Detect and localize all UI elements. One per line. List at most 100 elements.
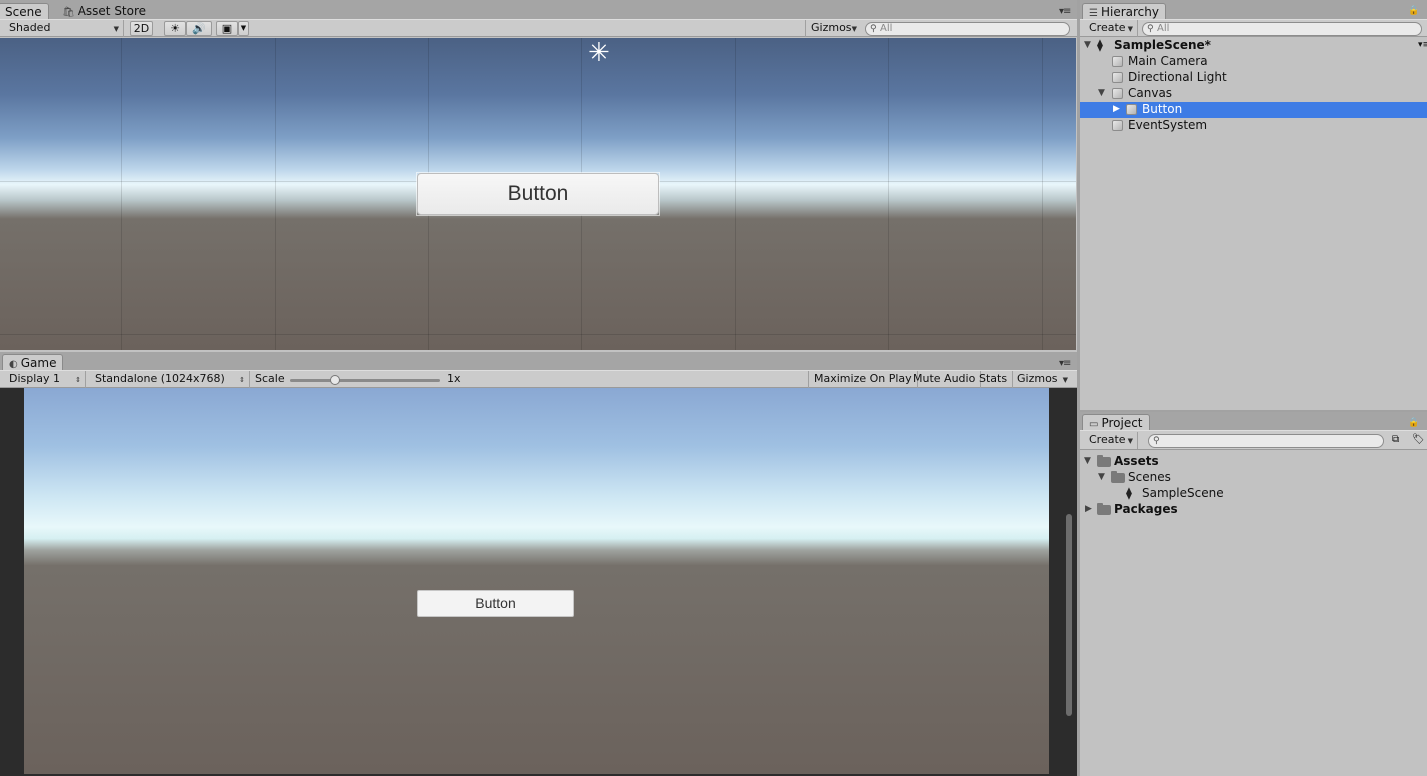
search-icon: ⚲ xyxy=(1153,436,1160,446)
folder-icon xyxy=(1097,503,1111,515)
stats-toggle[interactable]: Stats xyxy=(974,371,1014,388)
display-label: Display 1 xyxy=(9,372,61,385)
project-tree: ▼ Assets ▼ Scenes ⧫ SampleScene ▶ Packag… xyxy=(1080,454,1427,776)
hierarchy-tabstrip: ☰ Hierarchy 🔒 xyxy=(1080,0,1427,20)
scale-slider-thumb[interactable] xyxy=(330,375,340,385)
grid-line xyxy=(275,38,276,350)
hierarchy-item-label: Directional Light xyxy=(1128,70,1227,84)
project-item-scenes[interactable]: ▼ Scenes xyxy=(1080,470,1427,486)
project-create-dropdown[interactable]: Create ▼ xyxy=(1084,432,1138,449)
lock-icon[interactable]: 🔒 xyxy=(1408,418,1419,428)
filter-by-label-icon[interactable]: 🏷 xyxy=(1412,434,1425,445)
tab-scene-label: Scene xyxy=(5,5,42,19)
game-scrollbar[interactable] xyxy=(1066,514,1072,716)
game-canvas[interactable]: Button xyxy=(24,388,1049,774)
scene-toolbar: Shaded ▼ 2D ☀ 🔊 ▣ ▼ Gizmos ▼ ⚲ All xyxy=(0,19,1077,37)
scene-search-input[interactable]: ⚲ All xyxy=(865,22,1070,36)
scene-ui-button[interactable]: Button xyxy=(416,172,660,216)
resolution-dropdown[interactable]: Standalone (1024x768) ⇕ xyxy=(90,371,250,388)
gizmos-dropdown[interactable]: Gizmos ▼ xyxy=(805,20,861,37)
gameobject-cube-icon xyxy=(1112,88,1123,99)
tab-asset-store-label: Asset Store xyxy=(77,4,147,18)
project-item-label: SampleScene xyxy=(1142,486,1224,500)
hierarchy-item-eventsystem[interactable]: EventSystem xyxy=(1080,118,1427,134)
foldout-expanded-icon[interactable]: ▼ xyxy=(1098,86,1105,101)
chevron-updown-icon: ⇕ xyxy=(239,376,245,384)
tab-asset-store[interactable]: 🛍 Asset Store xyxy=(56,3,152,20)
tab-hierarchy[interactable]: ☰ Hierarchy xyxy=(1082,3,1166,20)
tab-scene[interactable]: Scene xyxy=(0,3,49,20)
hierarchy-item-canvas[interactable]: ▼ Canvas xyxy=(1080,86,1427,102)
scene-root-row[interactable]: ▼ ⧫ SampleScene* ▾≡ xyxy=(1080,38,1427,54)
grid-line xyxy=(1042,38,1043,350)
project-item-label: Assets xyxy=(1114,454,1159,468)
scale-label: Scale xyxy=(255,372,285,385)
tab-game-label: Game xyxy=(20,356,57,370)
game-viewport[interactable]: Button xyxy=(0,388,1076,776)
chevron-down-icon: ▼ xyxy=(113,25,119,33)
unity-scene-icon: ⧫ xyxy=(1097,38,1103,52)
shading-mode-dropdown[interactable]: Shaded ▼ xyxy=(4,20,124,37)
project-tabstrip: ▭ Project 🔒 xyxy=(1080,412,1427,431)
effects-dropdown-icon[interactable]: ▼ xyxy=(238,21,249,36)
gizmos-label: Gizmos xyxy=(811,21,852,34)
game-ui-button[interactable]: Button xyxy=(417,590,574,617)
search-icon: ⚲ xyxy=(870,24,877,34)
filter-by-type-icon[interactable]: ⧉ xyxy=(1392,434,1399,445)
gameobject-cube-icon xyxy=(1126,104,1137,115)
foldout-expanded-icon[interactable]: ▼ xyxy=(1084,454,1091,469)
game-tabstrip: ◐ Game ▾≡ xyxy=(0,352,1077,371)
scene-search-placeholder: All xyxy=(880,23,893,34)
tab-game[interactable]: ◐ Game xyxy=(2,354,64,371)
project-item-packages[interactable]: ▶ Packages xyxy=(1080,502,1427,518)
hierarchy-tree: ▼ ⧫ SampleScene* ▾≡ Main Camera Directio… xyxy=(1080,38,1427,410)
hierarchy-create-label: Create xyxy=(1089,21,1126,34)
audio-toggle-icon[interactable]: 🔊 xyxy=(186,21,212,36)
foldout-collapsed-icon[interactable]: ▶ xyxy=(1085,502,1092,517)
lock-icon[interactable]: 🔒 xyxy=(1408,6,1419,16)
hierarchy-item-directional-light[interactable]: Directional Light xyxy=(1080,70,1427,86)
2d-toggle-button[interactable]: 2D xyxy=(130,21,153,36)
scale-slider[interactable] xyxy=(290,375,440,385)
grid-line xyxy=(888,38,889,350)
folder-icon xyxy=(1111,471,1125,483)
game-gizmos-dropdown[interactable]: Gizmos ▼ xyxy=(1012,371,1072,388)
display-dropdown[interactable]: Display 1 ⇕ xyxy=(4,371,86,388)
gameobject-cube-icon xyxy=(1112,120,1123,131)
tab-hierarchy-label: Hierarchy xyxy=(1100,5,1159,19)
tab-project[interactable]: ▭ Project xyxy=(1082,414,1150,431)
tab-project-label: Project xyxy=(1101,416,1143,430)
scene-viewport[interactable]: ✳ Button xyxy=(0,38,1076,350)
panel-menu-icon[interactable]: ▾≡ xyxy=(1059,358,1071,369)
resolution-label: Standalone (1024x768) xyxy=(95,372,225,385)
scene-options-icon[interactable]: ▾≡ xyxy=(1418,38,1427,53)
hierarchy-create-dropdown[interactable]: Create ▼ xyxy=(1084,20,1138,37)
game-ui-button-label: Button xyxy=(475,595,516,611)
foldout-expanded-icon[interactable]: ▼ xyxy=(1084,38,1091,53)
hierarchy-search-input[interactable]: ⚲ All xyxy=(1142,22,1422,36)
maximize-on-play-toggle[interactable]: Maximize On Play xyxy=(808,371,918,388)
foldout-collapsed-icon[interactable]: ▶ xyxy=(1113,102,1120,117)
project-item-assets[interactable]: ▼ Assets xyxy=(1080,454,1427,470)
directional-light-gizmo-icon[interactable]: ✳ xyxy=(588,40,610,66)
lighting-toggle-icon[interactable]: ☀ xyxy=(164,21,186,36)
hierarchy-item-label: Button xyxy=(1142,102,1183,116)
hierarchy-panel: ☰ Hierarchy 🔒 Create ▼ ⚲ All ▼ ⧫ SampleSc… xyxy=(1080,0,1427,410)
hierarchy-item-label: Main Camera xyxy=(1128,54,1208,68)
effects-toggle-icon[interactable]: ▣ xyxy=(216,21,238,36)
unity-scene-icon: ⧫ xyxy=(1126,486,1132,500)
hierarchy-search-placeholder: All xyxy=(1157,23,1170,34)
scene-tabstrip: Scene 🛍 Asset Store ▾≡ xyxy=(0,0,1077,20)
project-item-samplescene[interactable]: ⧫ SampleScene xyxy=(1080,486,1427,502)
project-panel: ▭ Project 🔒 Create ▼ ⚲ ⧉ 🏷 ▼ Assets ▼ Sce… xyxy=(1080,412,1427,776)
hierarchy-toolbar: Create ▼ ⚲ All xyxy=(1080,19,1427,37)
game-toolbar: Display 1 ⇕ Standalone (1024x768) ⇕ Scal… xyxy=(0,370,1077,388)
panel-menu-icon[interactable]: ▾≡ xyxy=(1059,6,1071,17)
project-item-label: Packages xyxy=(1114,502,1178,516)
foldout-expanded-icon[interactable]: ▼ xyxy=(1098,470,1105,485)
mute-audio-toggle[interactable]: Mute Audio xyxy=(908,371,982,388)
chevron-down-icon: ▼ xyxy=(851,25,857,33)
hierarchy-item-button[interactable]: ▶ Button xyxy=(1080,102,1427,118)
hierarchy-item-main-camera[interactable]: Main Camera xyxy=(1080,54,1427,70)
project-search-input[interactable]: ⚲ xyxy=(1148,434,1384,448)
